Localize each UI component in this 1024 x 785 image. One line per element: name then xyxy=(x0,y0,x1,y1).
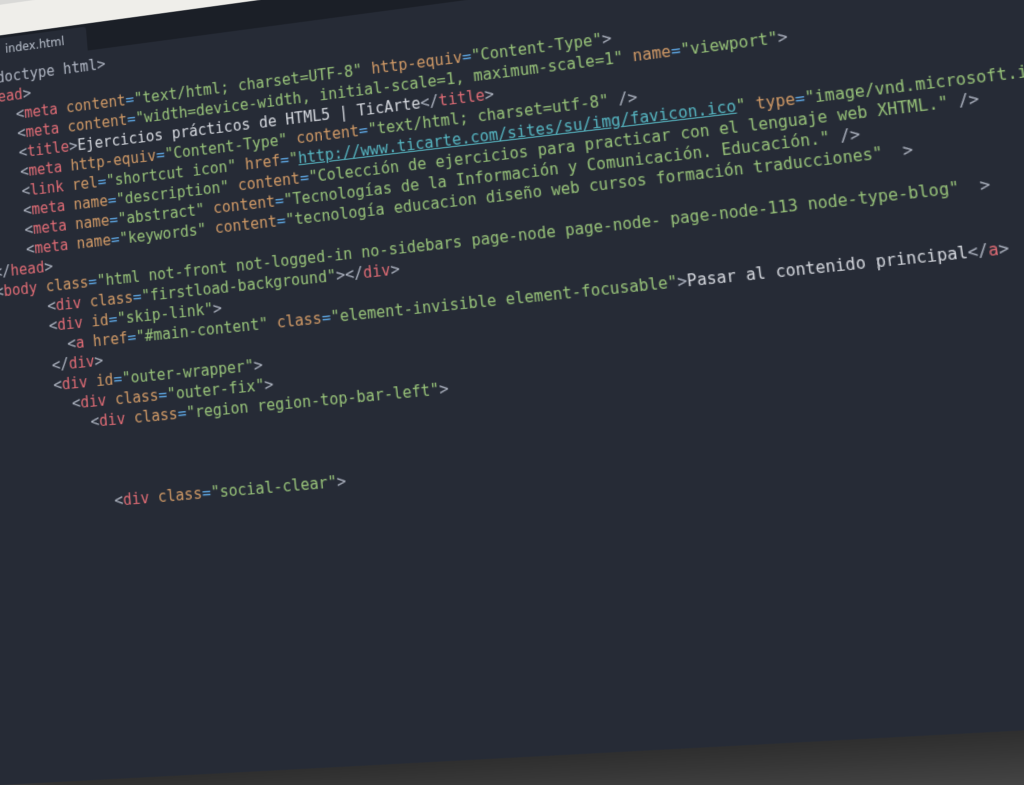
code-content[interactable]: <!doctype html><head> <meta content="tex… xyxy=(0,0,1024,784)
tab-label: index.html xyxy=(5,34,65,55)
editor-area: 1234567891011121314151617181920212223 <!… xyxy=(0,0,1024,785)
editor-window: Help index.html 123456789101112131415161… xyxy=(0,0,1024,785)
